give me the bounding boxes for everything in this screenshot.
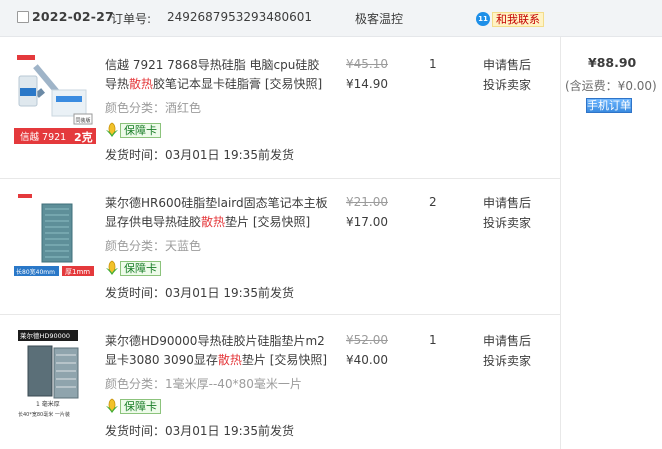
unit-price: ¥17.00 [346,215,388,229]
unit-price: ¥40.00 [346,353,388,367]
apply-after-sale-link[interactable]: 申请售后 [483,331,531,351]
ship-label: 发货时间： [105,286,166,300]
product-title-text-tail: 垫片 [交易快照] [225,215,311,229]
chat-bubble-icon: 11 [476,12,490,26]
column-divider [560,37,561,449]
guarantee-card-badge[interactable]: 保障卡 [105,260,161,276]
guarantee-card-label: 保障卡 [120,122,161,138]
ship-time: 发货时间：03月01日 19:35前发货 [105,284,294,301]
quantity: 1 [429,57,437,71]
ship-time-value: 03月01日 19:35前发货 [165,424,294,438]
product-title-highlight: 散热 [217,353,242,367]
unit-price: ¥14.90 [346,77,388,91]
thumb-weight-label: 2克 [74,130,93,144]
product-color: 颜色分类：天蓝色 [105,237,201,254]
thumb-dimension-label: 长40*宽80毫米 一片装 [18,411,70,418]
product-thumbnail-thermal-pad-blue[interactable]: 长80宽40mm 厚1mm [14,190,96,286]
corn-icon [106,398,118,413]
product-title-link[interactable]: 莱尔德HD90000导热硅胶片硅脂垫片m2显卡3080 3090显存散热垫片 [… [105,332,330,370]
color-value: 酒红色 [165,101,202,115]
thumb-brand-label: 信越 7921 [20,131,66,143]
ship-time: 发货时间：03月01日 19:35前发货 [105,422,294,439]
complain-seller-link[interactable]: 投诉卖家 [483,213,531,233]
product-color: 颜色分类：1毫米厚--40*80毫米一片 [105,375,302,392]
item-actions: 申请售后 投诉卖家 [483,193,531,233]
ship-time-value: 03月01日 19:35前发货 [165,286,294,300]
guarantee-card-label: 保障卡 [120,398,161,414]
complain-seller-link[interactable]: 投诉卖家 [483,75,531,95]
apply-after-sale-link[interactable]: 申请售后 [483,55,531,75]
thumb-dimension-label: 长80宽40mm [16,268,55,276]
ship-label: 发货时间： [105,424,166,438]
product-title-link[interactable]: 莱尔德HR600硅脂垫laird固态笔记本主板显存供电导热硅胶散热垫片 [交易快… [105,194,330,232]
original-price: ¥21.00 [346,195,388,209]
product-color: 颜色分类：酒红色 [105,99,201,116]
corn-icon [106,122,118,137]
quantity: 1 [429,333,437,347]
mobile-order-button[interactable]: 手机订单 [586,98,632,113]
item-actions: 申请售后 投诉卖家 [483,331,531,371]
shop-name-link[interactable]: 极客温控 [355,10,403,27]
order-number-label: 订单号: [111,12,152,26]
color-label: 颜色分类： [105,239,166,253]
row-divider [0,178,560,179]
product-title-link[interactable]: 信越 7921 7868导热硅脂 电脑cpu硅胶导热散热胶笔记本显卡硅脂膏 [交… [105,56,330,94]
quantity: 2 [429,195,437,209]
guarantee-card-badge[interactable]: 保障卡 [105,398,161,414]
product-title-highlight: 散热 [201,215,226,229]
thumb-brand-label: 莱尔德HD90000 [20,331,70,340]
guarantee-card-label: 保障卡 [120,260,161,276]
order-header: 2022-02-27 订单号: 2492687953293480601 极客温控… [0,0,662,37]
original-price: ¥52.00 [346,333,388,347]
corn-icon [106,260,118,275]
ship-time: 发货时间：03月01日 19:35前发货 [105,146,294,163]
product-thumbnail-thermal-paste[interactable]: 同装版 信越 7921 2克 [14,52,96,148]
shipping-fee: (含运费：¥0.00) [565,79,657,93]
contact-seller-button[interactable]: 11 和我联系 [476,11,544,27]
color-label: 颜色分类： [105,377,166,391]
thumb-thickness-label: 1 毫米厚 [36,400,60,408]
original-price: ¥45.10 [346,57,388,71]
color-value: 天蓝色 [165,239,202,253]
thumb-thickness-label: 厚1mm [65,268,90,276]
product-title-text-tail: 垫片 [交易快照] [241,353,328,367]
complain-seller-link[interactable]: 投诉卖家 [483,351,531,371]
order-date: 2022-02-27 [32,9,114,24]
order-select-checkbox[interactable] [17,11,29,23]
apply-after-sale-link[interactable]: 申请售后 [483,193,531,213]
ship-label: 发货时间： [105,148,166,162]
thumb-side-label: 同装版 [75,117,90,124]
ship-time-value: 03月01日 19:35前发货 [165,148,294,162]
product-title-highlight: 散热 [129,77,154,91]
product-thumbnail-thermal-pad-hd[interactable]: 莱尔德HD90000 1 毫米厚 长40*宽80毫米 一片装 [14,328,96,424]
order-total: ¥88.90 [588,55,637,70]
row-divider [0,314,560,315]
item-actions: 申请售后 投诉卖家 [483,55,531,95]
product-title-text-tail: 胶笔记本显卡硅脂膏 [交易快照] [153,77,323,91]
guarantee-card-badge[interactable]: 保障卡 [105,122,161,138]
color-label: 颜色分类： [105,101,166,115]
color-value: 1毫米厚--40*80毫米一片 [165,377,302,391]
contact-seller-label: 和我联系 [492,11,544,27]
order-number: 2492687953293480601 [167,10,313,24]
